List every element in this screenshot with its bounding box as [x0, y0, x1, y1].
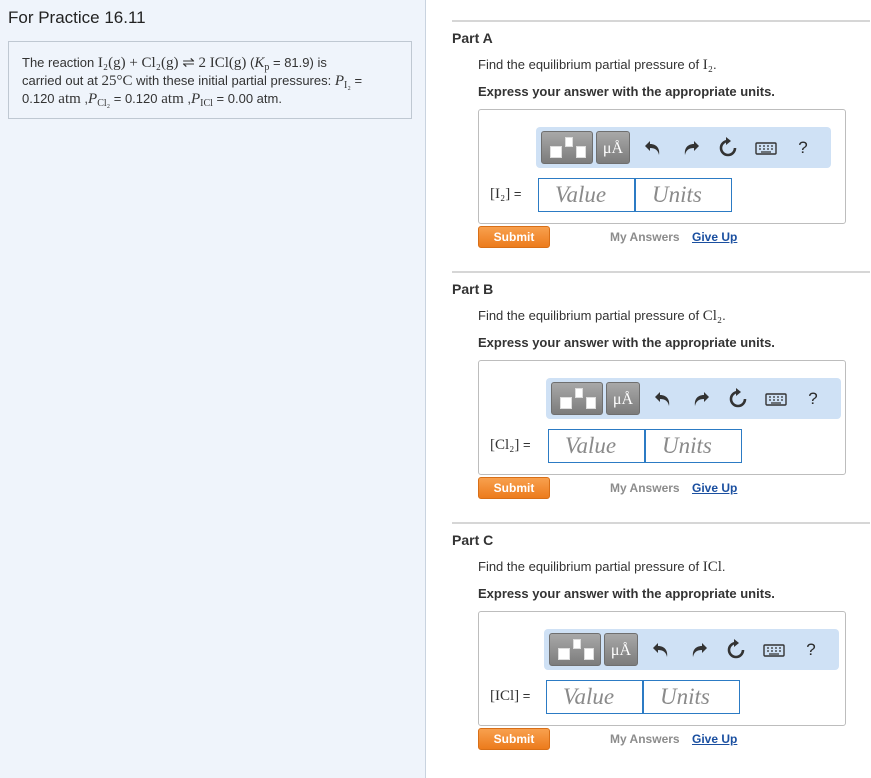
help-icon[interactable]: ?: [799, 638, 823, 662]
divider: [452, 522, 870, 524]
keyboard-icon[interactable]: [762, 638, 786, 662]
units-button[interactable]: μÅ: [606, 382, 640, 415]
reaction-equation: I₂(g) + Cl₂(g) ⇌ 2 ICl(g): [97, 55, 247, 71]
give-up-link[interactable]: Give Up: [692, 732, 737, 746]
value-input[interactable]: [548, 429, 645, 463]
units-icon: μÅ: [602, 140, 624, 157]
part-question: Find the equilibrium partial pressure of…: [478, 57, 717, 73]
part-title: Part B: [452, 281, 494, 297]
my-answers-link[interactable]: My Answers: [610, 230, 680, 244]
divider: [452, 20, 870, 22]
page-title: For Practice 16.11: [8, 8, 146, 27]
units-button[interactable]: μÅ: [596, 131, 630, 164]
problem-line-3: 0.120 atm ,PCl₂ = 0.120 atm ,PICl = 0.00…: [22, 91, 282, 109]
answer-box: μÅ ? [ICl] =: [478, 611, 846, 726]
answer-box: μÅ ? [I₂] =: [478, 109, 846, 224]
problem-line-1: The reaction I₂(g) + Cl₂(g) ⇌ 2 ICl(g) (…: [22, 55, 327, 73]
submit-button[interactable]: Submit: [478, 477, 550, 499]
left-pane: For Practice 16.11 The reaction I₂(g) + …: [0, 0, 426, 778]
action-row: Submit My Answers Give Up: [478, 728, 871, 750]
equation-toolbar: μÅ ?: [536, 127, 831, 168]
give-up-link[interactable]: Give Up: [692, 481, 737, 495]
keyboard-icon[interactable]: [764, 387, 788, 411]
p-i2-value: 0.120: [22, 91, 55, 106]
equation-toolbar: μÅ ?: [546, 378, 841, 419]
units-button[interactable]: μÅ: [604, 633, 638, 666]
right-pane: Part A Find the equilibrium partial pres…: [427, 0, 871, 778]
temperature: 25°C: [101, 73, 133, 89]
units-input[interactable]: [645, 429, 742, 463]
p-icl-value: = 0.00 atm.: [212, 91, 282, 106]
value-input[interactable]: [546, 680, 643, 714]
submit-button[interactable]: Submit: [478, 728, 550, 750]
template-button[interactable]: [551, 382, 603, 415]
part-question: Find the equilibrium partial pressure of…: [478, 308, 726, 324]
redo-icon[interactable]: [686, 638, 710, 662]
p-cl2-value: = 0.120: [110, 91, 158, 106]
reset-icon[interactable]: [726, 387, 750, 411]
units-input[interactable]: [635, 178, 732, 212]
part-a: Part A Find the equilibrium partial pres…: [452, 20, 870, 248]
answer-label: [Cl₂] =: [490, 437, 531, 453]
redo-icon[interactable]: [678, 136, 702, 160]
my-answers-link[interactable]: My Answers: [610, 732, 680, 746]
answer-box: μÅ ? [Cl₂] =: [478, 360, 846, 475]
template-button[interactable]: [541, 131, 593, 164]
redo-icon[interactable]: [688, 387, 712, 411]
part-instruction: Express your answer with the appropriate…: [478, 84, 775, 99]
part-title: Part A: [452, 30, 493, 46]
part-instruction: Express your answer with the appropriate…: [478, 335, 775, 350]
help-icon[interactable]: ?: [791, 136, 815, 160]
keyboard-icon[interactable]: [754, 136, 778, 160]
undo-icon[interactable]: [650, 638, 674, 662]
value-input[interactable]: [538, 178, 635, 212]
problem-statement: The reaction I₂(g) + Cl₂(g) ⇌ 2 ICl(g) (…: [8, 41, 412, 119]
template-button[interactable]: [549, 633, 601, 666]
part-title: Part C: [452, 532, 494, 548]
units-icon: μÅ: [610, 642, 632, 659]
part-instruction: Express your answer with the appropriate…: [478, 586, 775, 601]
units-input[interactable]: [643, 680, 740, 714]
part-c: Part C Find the equilibrium partial pres…: [452, 522, 870, 750]
kp-value: = 81.9: [269, 55, 310, 70]
units-icon: μÅ: [612, 391, 634, 408]
equation-toolbar: μÅ ?: [544, 629, 839, 670]
undo-icon[interactable]: [652, 387, 676, 411]
action-row: Submit My Answers Give Up: [478, 477, 871, 499]
action-row: Submit My Answers Give Up: [478, 226, 871, 248]
give-up-link[interactable]: Give Up: [692, 230, 737, 244]
reset-icon[interactable]: [716, 136, 740, 160]
help-icon[interactable]: ?: [801, 387, 825, 411]
problem-line-2: carried out at 25°C with these initial p…: [22, 73, 363, 91]
reset-icon[interactable]: [724, 638, 748, 662]
part-b: Part B Find the equilibrium partial pres…: [452, 271, 870, 499]
answer-label: [ICl] =: [490, 688, 531, 704]
answer-label: [I₂] =: [490, 186, 522, 202]
divider: [452, 271, 870, 273]
undo-icon[interactable]: [642, 136, 666, 160]
part-question: Find the equilibrium partial pressure of…: [478, 559, 726, 575]
submit-button[interactable]: Submit: [478, 226, 550, 248]
my-answers-link[interactable]: My Answers: [610, 481, 680, 495]
